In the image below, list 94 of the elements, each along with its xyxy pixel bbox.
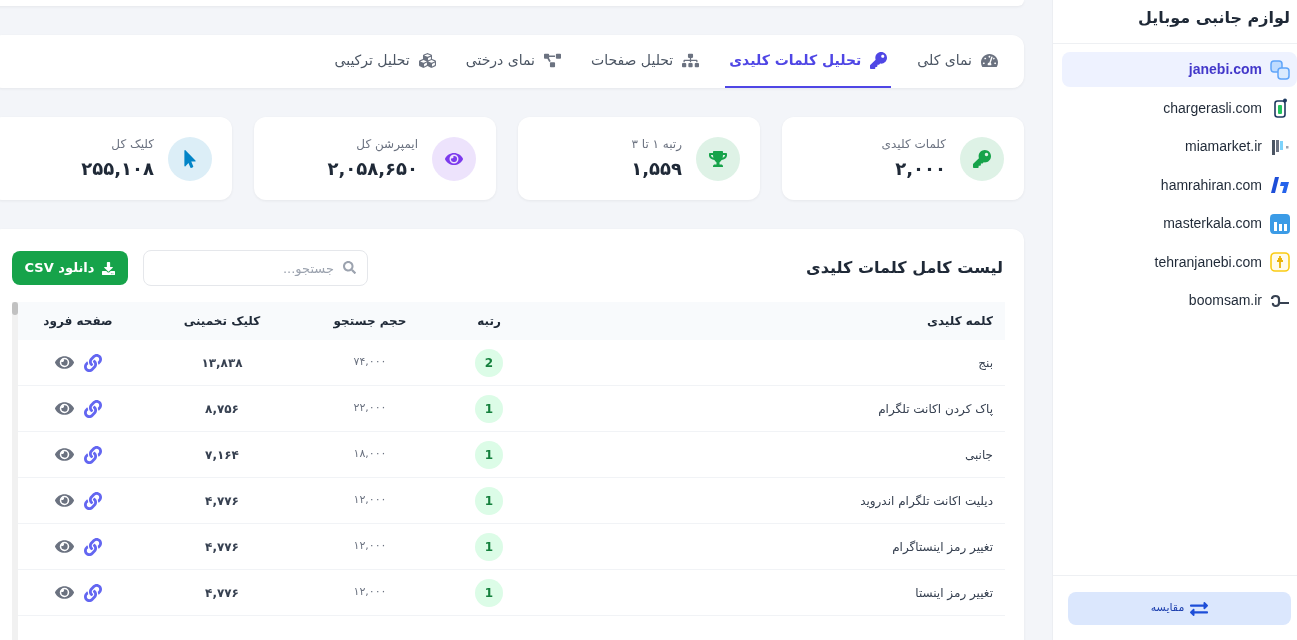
clicks-cell-text: ۸,۷۵۶ [205, 400, 239, 418]
site-item[interactable]: hamrahiran.com [1062, 167, 1297, 203]
link-button[interactable] [83, 583, 102, 602]
rank-badge: 1 [475, 578, 503, 607]
pointer-icon [168, 136, 212, 181]
site-item[interactable]: miamarket.ir [1062, 129, 1297, 164]
clicks-cell-text: ۴,۷۷۶ [205, 538, 239, 556]
view-button[interactable] [54, 353, 74, 372]
rank-badge: 1 [475, 532, 503, 561]
column-header: رتبه [477, 313, 501, 330]
stat-value: ۲,۰۰۰ [894, 157, 946, 181]
swap-arrows-icon [1190, 599, 1209, 618]
column-header: حجم جستجو [333, 313, 407, 330]
tab[interactable]: نمای درختی [461, 35, 565, 88]
column-header: صفحه فرود [43, 313, 113, 330]
eye-icon [54, 445, 74, 464]
link-button[interactable] [83, 445, 102, 464]
tab[interactable]: تحلیل کلمات کلیدی [725, 35, 892, 88]
link-icon [83, 491, 102, 510]
volume-cell: ۱۲,۰۰۰ [353, 492, 387, 509]
clicks-cell-text: ۴,۷۷۶ [205, 584, 239, 602]
compare-button[interactable]: مقایسه [1068, 592, 1291, 625]
stat-value: ۲,۰۵۸,۶۵۰ [327, 157, 418, 181]
stat-label: رتبه ۱ تا ۳ [631, 136, 682, 153]
scrollbar[interactable] [12, 302, 18, 640]
link-icon [83, 399, 102, 418]
clicks-cell-text: ۷,۱۶۴ [205, 446, 239, 464]
tower-tile-icon [1270, 252, 1290, 272]
keyword-cell-text: تغییر رمز اینستا [915, 584, 993, 602]
link-button[interactable] [83, 399, 102, 418]
view-button[interactable] [54, 583, 74, 602]
overlapping-squares-icon [1270, 59, 1290, 80]
tab[interactable]: تحلیل ترکیبی [330, 35, 440, 88]
tab[interactable]: تحلیل صفحات [586, 35, 704, 88]
link-button[interactable] [83, 491, 102, 510]
site-item[interactable]: tehranjanebi.com [1062, 244, 1297, 280]
link-icon [83, 583, 102, 602]
view-button[interactable] [54, 445, 74, 464]
eye-icon [54, 583, 74, 602]
view-button[interactable] [54, 399, 74, 418]
link-button[interactable] [83, 353, 102, 372]
eye-icon [54, 399, 74, 418]
link-icon [83, 353, 102, 372]
tab[interactable]: نمای کلی [913, 35, 1002, 88]
stat-value: ۱,۵۵۹ [631, 157, 682, 181]
slanted-stripes-icon [1270, 175, 1290, 195]
download-icon [102, 261, 116, 275]
key-icon [960, 136, 1004, 181]
rank-badge: 1 [475, 394, 503, 423]
sidebar-title: لوازم جانبی موبایل [1137, 8, 1290, 27]
clicks-cell-text: ۴,۷۷۶ [205, 492, 239, 510]
keyword-cell-text: دیلیت اکانت تلگرام اندروید [860, 492, 993, 510]
volume-cell: ۲۲,۰۰۰ [353, 400, 387, 417]
eye-icon [54, 537, 74, 556]
stat-value: ۲۵۵,۱۰۸ [81, 157, 154, 181]
clicks-cell-text: ۱۳,۸۳۸ [201, 354, 243, 372]
keyword-cell-text: جانبی [964, 446, 993, 464]
keyword-cell-text: بنج [978, 354, 993, 372]
column-header: کلیک تخمینی [183, 313, 261, 330]
trophy-icon [696, 136, 740, 181]
diagram-icon [543, 52, 561, 69]
link-icon [83, 445, 102, 464]
column-header: کلمه کلیدی [926, 313, 993, 330]
table-title: لیست کامل کلمات کلیدی [806, 257, 1004, 279]
view-button[interactable] [54, 491, 74, 510]
volume-cell: ۱۲,۰۰۰ [353, 584, 387, 601]
view-button[interactable] [54, 537, 74, 556]
gauge-icon [981, 52, 998, 69]
sitemap-icon [682, 52, 700, 69]
rank-badge: 1 [475, 440, 503, 469]
rank-badge: 1 [475, 486, 503, 515]
keyword-cell-text: پاک کردن اکانت تلگرام [878, 400, 993, 418]
link-button[interactable] [83, 537, 102, 556]
link-icon [83, 537, 102, 556]
search-icon [343, 261, 356, 274]
site-item[interactable]: janebi.com [1062, 52, 1297, 87]
eye-icon [54, 491, 74, 510]
keyword-cell-text: تغییر رمز اینستاگرام [892, 538, 993, 556]
eye-icon [432, 136, 476, 181]
key-icon [870, 52, 888, 69]
site-item[interactable]: boomsam.ir [1062, 283, 1297, 318]
stat-label: ایمپرشن کل [355, 136, 418, 153]
rank-badge: 2 [475, 348, 503, 377]
stat-label: کلیک کل [110, 136, 154, 153]
stat-label: کلمات کلیدی [881, 136, 946, 153]
cubes-icon [418, 52, 436, 69]
site-item[interactable]: masterkala.com [1062, 206, 1297, 241]
volume-cell: ۱۲,۰۰۰ [353, 538, 387, 555]
search-field[interactable]: جستجو... [143, 250, 368, 286]
chart-tile-icon [1270, 213, 1290, 234]
site-item[interactable]: chargerasli.com [1062, 90, 1297, 126]
volume-cell: ۷۴,۰۰۰ [353, 354, 387, 371]
eye-icon [54, 353, 74, 372]
volume-cell: ۱۸,۰۰۰ [353, 446, 387, 463]
